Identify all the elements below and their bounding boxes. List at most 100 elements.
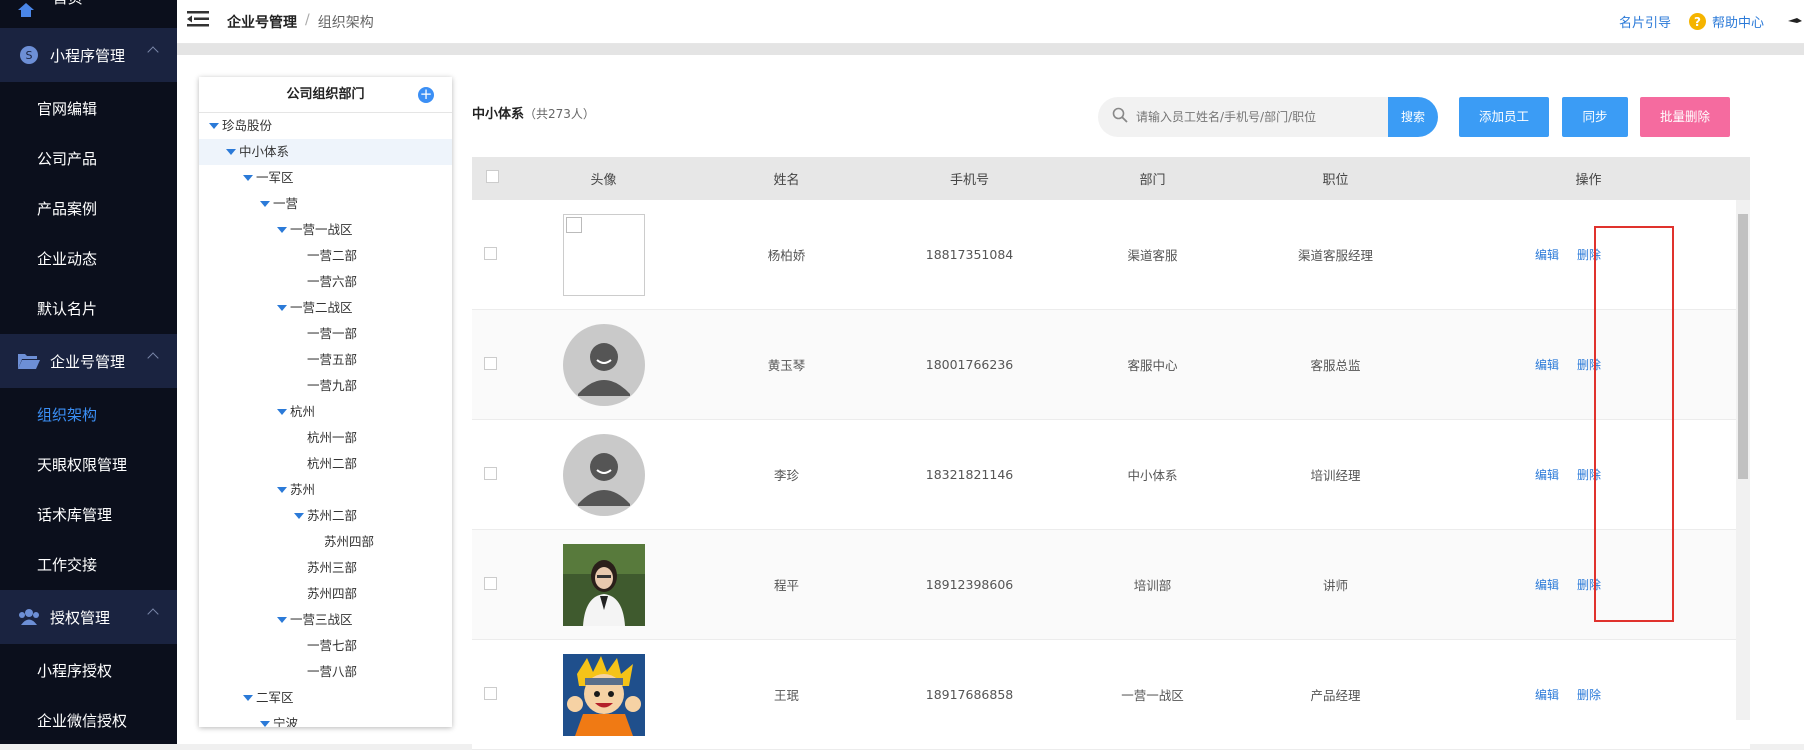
delete-link[interactable]: 删除 [1577,686,1601,703]
tree-node[interactable]: 苏州四部 [199,529,452,555]
avatar-cell [512,323,695,406]
sidebar-group-enterprise[interactable]: 企业号管理 [0,334,177,388]
edit-link[interactable]: 编辑 [1535,356,1559,373]
batch-delete-button[interactable]: 批量删除 [1640,97,1730,137]
row-checkbox[interactable] [484,246,497,260]
tree-node[interactable]: 苏州三部 [199,555,452,581]
tree-node[interactable]: 杭州 [199,399,452,425]
sidebar-item-org[interactable]: 组织架构 [0,390,177,440]
table-header: 头像 姓名 手机号 部门 职位 操作 [472,157,1750,200]
row-checkbox[interactable] [484,356,497,370]
add-department-icon[interactable]: + [418,87,434,103]
breadcrumb-parent[interactable]: 企业号管理 [227,12,297,32]
scrollbar-thumb[interactable] [1738,214,1748,479]
tree-node[interactable]: 一营三战区 [199,607,452,633]
caret-down-icon[interactable] [294,512,304,519]
tree-node-label: 一营五部 [307,352,358,367]
caret-down-icon[interactable] [277,304,287,311]
help-icon: ? [1688,13,1706,30]
breadcrumb: 企业号管理 / 组织架构 [227,12,374,32]
tree-node-label: 一营八部 [307,664,358,679]
tree-node[interactable]: 苏州 [199,477,452,503]
caret-down-icon[interactable] [260,720,270,727]
caret-down-icon[interactable] [243,174,253,181]
sidebar-item-cases[interactable]: 产品案例 [0,184,177,234]
sidebar-item-home[interactable]: 首页 [0,0,177,18]
row-checkbox[interactable] [484,686,497,700]
select-all-checkbox[interactable] [485,170,499,183]
tree-node[interactable]: 苏州二部 [199,503,452,529]
tree-node[interactable]: 珍岛股份 [199,113,452,139]
help-center-link[interactable]: ? 帮助中心 [1688,12,1764,31]
sidebar-group-auth[interactable]: 授权管理 [0,590,177,644]
operation-cell: 编辑 删除 [1427,576,1750,593]
phone-cell: 18912398606 [925,577,1014,592]
caret-down-icon[interactable] [226,148,236,155]
tree-node[interactable]: 一营八部 [199,659,452,685]
tree-node-label: 珍岛股份 [222,118,273,133]
tree-node[interactable]: 一营七部 [199,633,452,659]
tree-node[interactable]: 一营 [199,191,452,217]
edit-link[interactable]: 编辑 [1535,576,1559,593]
menu-toggle-icon[interactable] [187,10,209,32]
chevron-up-icon [147,46,159,58]
tree-node[interactable]: 一营九部 [199,373,452,399]
tree-node[interactable]: 苏州四部 [199,581,452,607]
sidebar-item-handover[interactable]: 工作交接 [0,540,177,590]
table-row: 黄玉琴 18001766236 客服中心 客服总监 编辑 删除 [472,310,1750,420]
name-cell: 程平 [773,578,799,593]
caret-down-icon[interactable] [277,408,287,415]
tree-node[interactable]: 杭州一部 [199,425,452,451]
caret-down-icon[interactable] [277,486,287,493]
caret-down-icon[interactable] [209,122,219,129]
svg-text:S: S [26,49,33,62]
sidebar-item-eye-permission[interactable]: 天眼权限管理 [0,440,177,490]
sync-button[interactable]: 同步 [1562,97,1628,137]
edit-link[interactable]: 编辑 [1535,466,1559,483]
table-scrollbar[interactable] [1736,200,1750,720]
sidebar-item-scripts[interactable]: 话术库管理 [0,490,177,540]
position-cell: 培训经理 [1310,468,1361,483]
dept-cell: 培训部 [1133,578,1172,593]
employee-table: 头像 姓名 手机号 部门 职位 操作 杨柏娇 18817351084 渠道客服 渠道客… [472,157,1750,750]
row-checkbox-cell [472,356,512,373]
tree-node[interactable]: 宁波 [199,711,452,727]
tree-node[interactable]: 中小体系 [199,139,452,165]
caret-down-icon[interactable] [277,616,287,623]
search-button[interactable]: 搜索 [1388,97,1438,137]
search-input[interactable] [1136,110,1376,124]
row-checkbox[interactable] [484,466,497,480]
sidebar-item-wework-auth[interactable]: 企业微信授权 [0,696,177,744]
tree-node[interactable]: 一营二战区 [199,295,452,321]
edit-link[interactable]: 编辑 [1535,686,1559,703]
sidebar-item-miniapp-auth[interactable]: 小程序授权 [0,646,177,696]
tree-node[interactable]: 一营六部 [199,269,452,295]
tree-node[interactable]: 一营一部 [199,321,452,347]
avatar-cell [512,213,695,296]
search-icon [1112,107,1128,127]
tree-node[interactable]: 一营一战区 [199,217,452,243]
tree-node[interactable]: 一营二部 [199,243,452,269]
tree-node[interactable]: 二军区 [199,685,452,711]
tree-node[interactable]: 一军区 [199,165,452,191]
sidebar-item-site-edit[interactable]: 官网编辑 [0,84,177,134]
caret-down-icon[interactable] [277,226,287,233]
sidebar-group-miniapp[interactable]: S 小程序管理 [0,28,177,82]
sidebar-item-news[interactable]: 企业动态 [0,234,177,284]
sidebar-item-default-card[interactable]: 默认名片 [0,284,177,334]
caret-down-icon[interactable] [243,694,253,701]
position-cell: 客服总监 [1310,358,1361,373]
tree-node[interactable]: 杭州二部 [199,451,452,477]
tree-node-label: 一营九部 [307,378,358,393]
card-guide-link[interactable]: 名片引导 [1619,12,1671,31]
tree-node[interactable]: 一营五部 [199,347,452,373]
row-checkbox[interactable] [484,576,497,590]
edit-link[interactable]: 编辑 [1535,246,1559,263]
add-employee-button[interactable]: 添加员工 [1459,97,1549,137]
sidebar-item-products[interactable]: 公司产品 [0,134,177,184]
caret-down-icon[interactable] [260,200,270,207]
